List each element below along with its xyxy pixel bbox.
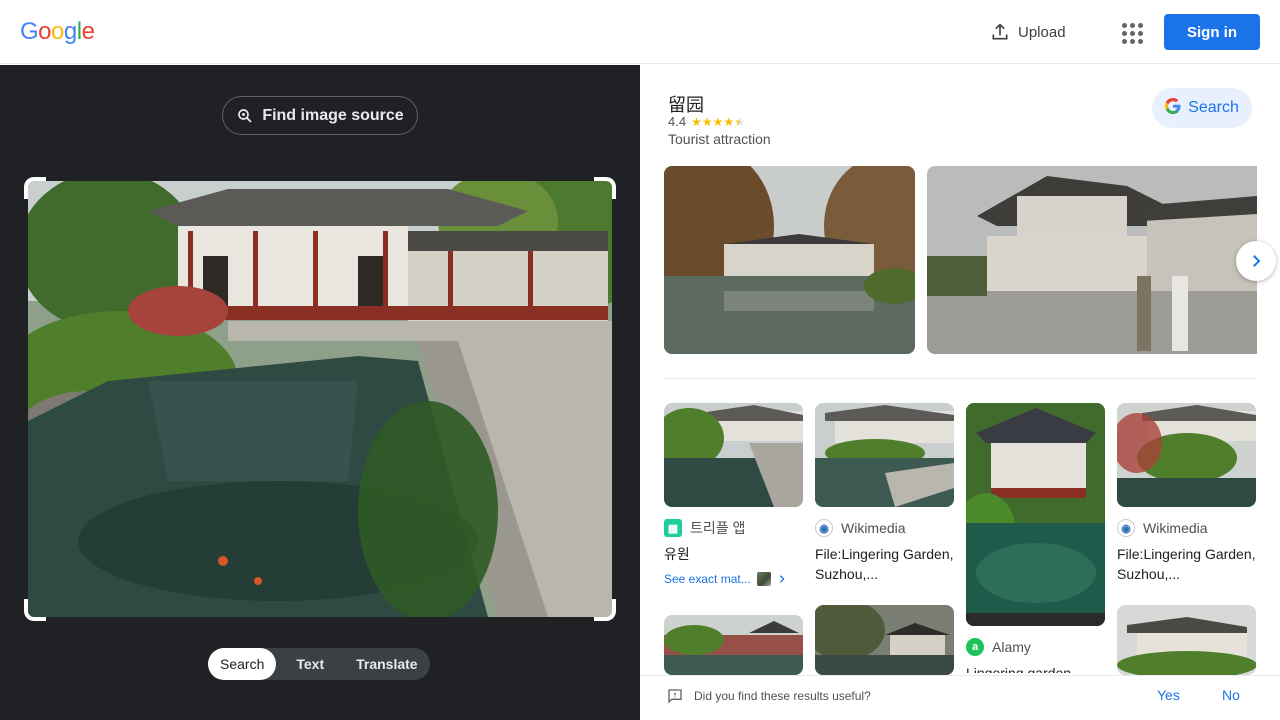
logo-letter: o: [38, 18, 52, 45]
result-source-label: Wikimedia: [1143, 520, 1208, 536]
result-source: ▦ 트리플 앱: [664, 518, 803, 538]
result-source: a Alamy: [966, 637, 1105, 657]
result-title[interactable]: File:Lingering Garden, Suzhou,...: [1117, 544, 1256, 584]
section-divider: [664, 378, 1256, 379]
crop-region[interactable]: [24, 177, 616, 621]
find-image-source-button[interactable]: Find image source: [222, 96, 418, 135]
result-source-label: Alamy: [992, 639, 1031, 655]
results-panel: 留园 4.4 ★★★★★ Tourist attraction Search ▦…: [640, 65, 1280, 720]
result-title[interactable]: File:Lingering Garden, Suzhou,...: [815, 544, 954, 584]
entity-subtitle: Tourist attraction: [668, 131, 771, 147]
result-card[interactable]: ◉ Wikimedia File:Lingering Garden, Suzho…: [1117, 403, 1256, 584]
result-thumbnail[interactable]: [1117, 403, 1256, 507]
logo-letter: o: [51, 18, 64, 45]
entity-photo-1[interactable]: [664, 166, 915, 354]
feedback-no-button[interactable]: No: [1222, 687, 1240, 703]
crop-handle-top-right[interactable]: [594, 177, 616, 199]
entity-search-button[interactable]: Search: [1152, 88, 1252, 128]
carousel-next-button[interactable]: [1236, 241, 1276, 281]
see-exact-matches-label: See exact mat...: [664, 572, 751, 586]
google-logo[interactable]: Google: [20, 18, 95, 46]
result-card[interactable]: ▦ 트리플 앱 유원 See exact mat...: [664, 403, 803, 586]
logo-letter: G: [20, 18, 39, 45]
result-thumbnail[interactable]: [1117, 605, 1256, 675]
sign-in-button[interactable]: Sign in: [1164, 14, 1260, 50]
crop-handle-bottom-right[interactable]: [594, 599, 616, 621]
entity-photo-2[interactable]: [927, 166, 1257, 354]
result-source: ◉ Wikimedia: [815, 518, 954, 538]
apps-grid-icon[interactable]: [1118, 18, 1146, 46]
mode-search-tab[interactable]: Search: [208, 648, 277, 680]
result-source-label: Wikimedia: [841, 520, 906, 536]
result-card[interactable]: a Alamy Lingering garden: [966, 403, 1105, 673]
mode-text-tab[interactable]: Text: [276, 648, 344, 680]
lens-search-icon: [238, 108, 252, 123]
result-card[interactable]: ◉ Wikimedia File:Lingering Garden, Suzho…: [815, 403, 954, 584]
entity-rating: 4.4 ★★★★★: [668, 114, 745, 129]
rating-stars-icon: ★★★★★: [691, 114, 745, 129]
result-title[interactable]: Lingering garden: [966, 663, 1105, 673]
crop-handle-top-left[interactable]: [24, 177, 46, 199]
exact-match-thumbnail: [756, 572, 771, 586]
mode-translate-tab[interactable]: Translate: [344, 648, 429, 680]
mode-switcher: Search Text Translate: [208, 648, 430, 680]
crop-handle-bottom-left[interactable]: [24, 599, 46, 621]
alamy-icon: a: [966, 638, 984, 656]
result-title[interactable]: 유원: [664, 544, 803, 564]
query-image-panel: Find image source Search Text Translate: [0, 65, 640, 720]
result-thumbnail[interactable]: [664, 403, 803, 507]
logo-letter: g: [63, 18, 77, 45]
wikimedia-icon: ◉: [815, 519, 833, 537]
chevron-right-icon: [779, 575, 785, 583]
find-image-source-label: Find image source: [262, 106, 404, 124]
result-thumbnail[interactable]: [966, 403, 1105, 626]
header: Google Upload Sign in: [0, 0, 1280, 64]
query-image: [28, 181, 612, 617]
wikimedia-icon: ◉: [1117, 519, 1135, 537]
rating-value: 4.4: [668, 114, 687, 129]
triple-app-icon: ▦: [664, 519, 682, 537]
result-source: ◉ Wikimedia: [1117, 518, 1256, 538]
upload-icon: [992, 23, 1008, 40]
see-exact-matches-link[interactable]: See exact mat...: [664, 572, 803, 586]
chevron-right-icon: [1253, 255, 1261, 267]
result-thumbnail[interactable]: [815, 403, 954, 507]
logo-letter: e: [81, 18, 95, 45]
result-card[interactable]: [1117, 605, 1256, 675]
feedback-question: Did you find these results useful?: [694, 689, 871, 703]
result-source-label: 트리플 앱: [690, 520, 746, 536]
result-card[interactable]: [664, 615, 803, 675]
result-thumbnail[interactable]: [664, 615, 803, 675]
feedback-yes-button[interactable]: Yes: [1157, 687, 1180, 703]
result-thumbnail[interactable]: [815, 605, 954, 675]
feedback-bar: Did you find these results useful? Yes N…: [640, 675, 1280, 720]
upload-label: Upload: [1018, 23, 1066, 41]
result-card[interactable]: [815, 605, 954, 675]
feedback-icon: [668, 689, 682, 704]
upload-button[interactable]: Upload: [990, 18, 1066, 46]
google-g-icon: [1165, 97, 1181, 119]
entity-search-label: Search: [1188, 99, 1239, 116]
